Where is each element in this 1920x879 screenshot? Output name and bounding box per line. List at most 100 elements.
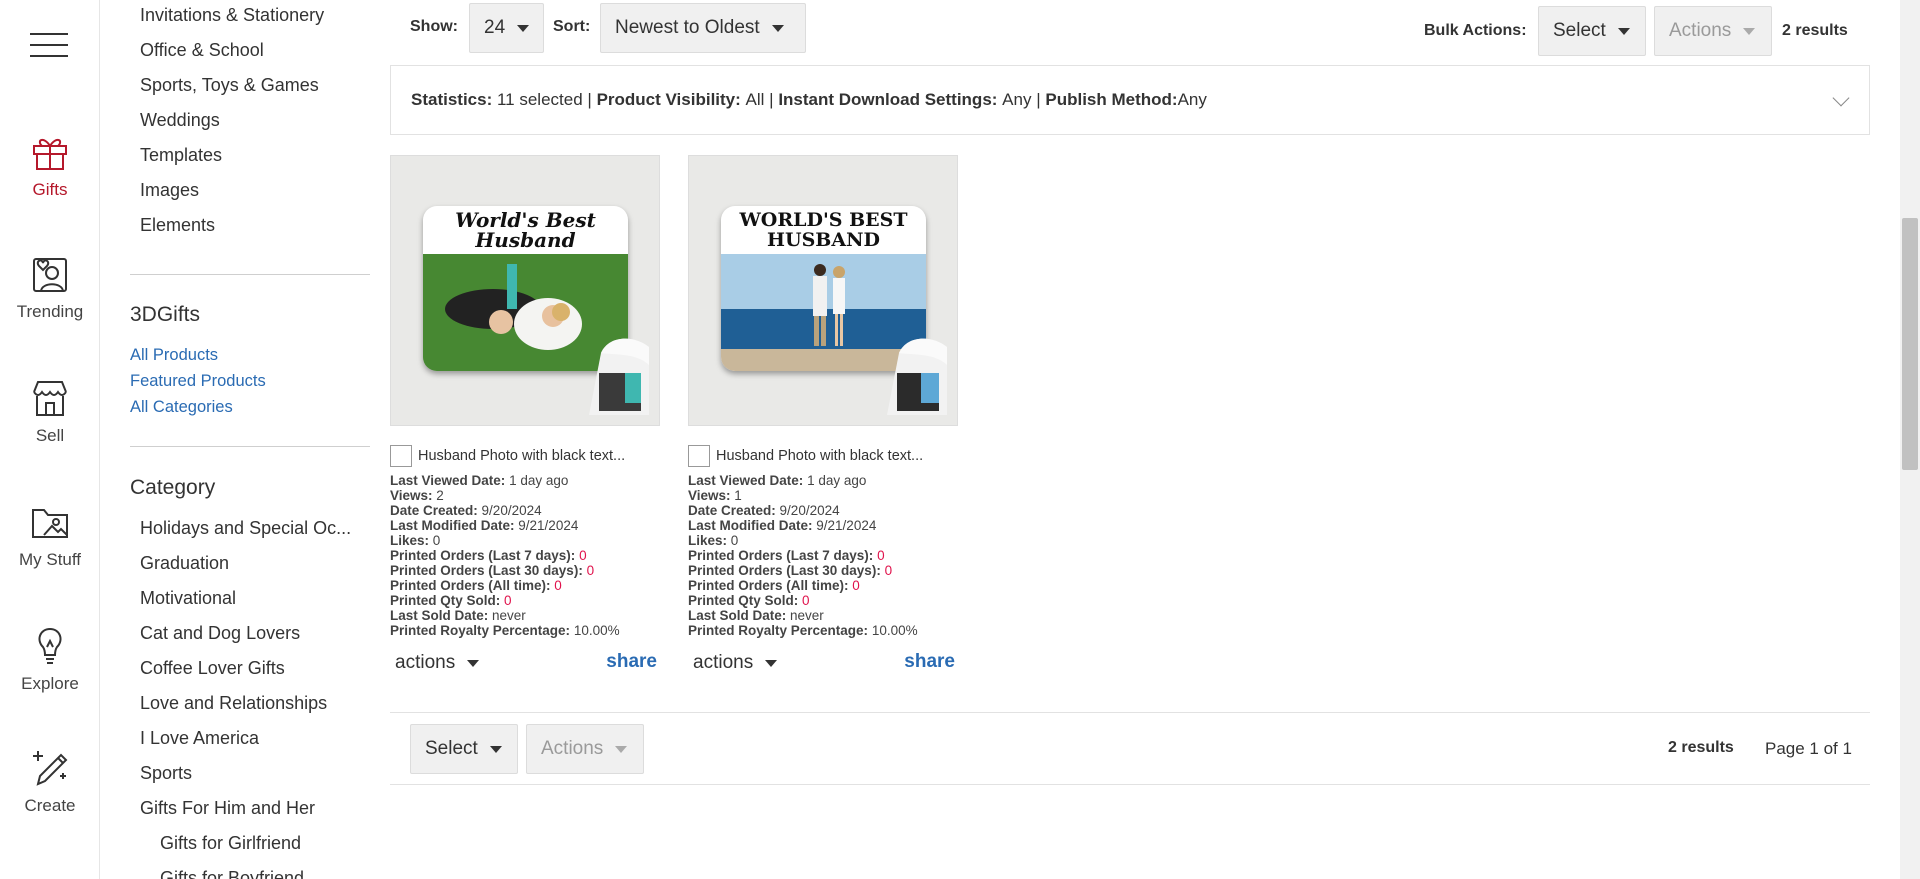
category-link[interactable]: I Love America [140,728,259,749]
sidebar-link[interactable]: Office & School [140,40,264,61]
meta-value: 0 [852,578,860,593]
divider [130,446,370,447]
sidebar-link[interactable]: Templates [140,145,222,166]
separator: | [1036,90,1041,109]
featured-products-link[interactable]: Featured Products [130,372,266,391]
main-content: Show: 24 Sort: Newest to Oldest Bulk Act… [390,0,1870,879]
meta-key: Likes: [688,533,728,548]
bulk-select-dropdown[interactable]: Select [1538,6,1646,56]
select-label: Select [1553,20,1606,41]
divider [390,784,1870,785]
meta-key: Last Modified Date: [390,518,515,533]
meta-value: 10.00% [871,623,918,638]
rail-item-sell[interactable]: Sell [0,378,100,446]
category-link[interactable]: Sports [140,763,192,784]
publish-label: Publish Method: [1045,90,1178,109]
menu-icon[interactable] [30,33,68,57]
card-actions-dropdown[interactable]: actions [395,652,480,674]
product-metadata: Last Viewed Date: 1 day ago Views: 1 Dat… [688,473,960,638]
rail-label: Sell [35,426,65,445]
meta-value: 9/21/2024 [518,518,579,533]
rail-label: Create [24,796,76,815]
mat-text: World's Best Husband [455,208,596,252]
rail-item-trending[interactable]: Trending [0,254,100,322]
product-card: WORLD'S BEST HUSBAND Husband Photo with … [688,155,960,678]
trending-icon [33,258,67,292]
visibility-value: All [745,90,765,109]
actions-text: actions [395,652,456,673]
share-link[interactable]: share [606,651,657,673]
bulk-actions-dropdown[interactable]: Actions [1654,6,1772,56]
store-title: 3DGifts [130,303,201,326]
sidebar-link[interactable]: Sports, Toys & Games [140,75,319,96]
product-checkbox[interactable] [390,445,412,467]
category-link[interactable]: Gifts For Him and Her [140,798,315,819]
meta-value: 1 [734,488,742,503]
category-link[interactable]: Holidays and Special Oc... [140,518,351,539]
product-thumbnail[interactable]: WORLD'S BEST HUSBAND [688,155,958,426]
meta-key: Last Modified Date: [688,518,813,533]
card-actions-dropdown[interactable]: actions [693,652,778,674]
category-link[interactable]: Cat and Dog Lovers [140,623,300,644]
product-title[interactable]: Husband Photo with black text... [716,448,923,464]
subcategory-link[interactable]: Gifts for Boyfriend [160,868,304,879]
divider [390,712,1870,713]
meta-value: 0 [730,533,739,548]
scrollbar-thumb[interactable] [1902,218,1918,470]
rail-item-explore[interactable]: Explore [0,626,100,694]
meta-value: 0 [877,548,885,563]
meta-key: Printed Orders (Last 30 days): [390,563,583,578]
meta-key: Printed Orders (Last 7 days): [688,548,874,563]
meta-key: Printed Qty Sold: [390,593,501,608]
meta-value: 0 [884,563,893,578]
rail-item-gifts[interactable]: Gifts [0,132,100,200]
meta-value: 0 [802,593,810,608]
sort-value: Newest to Oldest [615,17,760,38]
mat-text: WORLD'S BEST HUSBAND [739,209,908,251]
all-products-link[interactable]: All Products [130,346,218,365]
page-curl-icon [589,338,649,415]
category-link[interactable]: Motivational [140,588,236,609]
sidebar-link[interactable]: Images [140,180,199,201]
subcategory-link[interactable]: Gifts for Girlfriend [160,833,301,854]
caret-down-icon [771,24,784,32]
caret-down-icon [765,659,778,667]
chevron-down-icon[interactable] [1832,89,1850,107]
sidebar-link[interactable]: Elements [140,215,215,236]
meta-value: never [790,608,824,623]
share-link[interactable]: share [904,651,955,673]
visibility-label: Product Visibility: [596,90,741,109]
sort-dropdown[interactable]: Newest to Oldest [600,3,806,53]
meta-value: never [492,608,526,623]
meta-value: 0 [504,593,512,608]
download-label: Instant Download Settings: [778,90,998,109]
rail-item-my-stuff[interactable]: My Stuff [0,502,100,570]
sidebar-link[interactable]: Weddings [140,110,220,131]
product-title[interactable]: Husband Photo with black text... [418,448,625,464]
scrollbar[interactable] [1900,0,1920,879]
meta-value: 10.00% [573,623,620,638]
product-thumbnail[interactable]: World's Best Husband [390,155,660,426]
store-icon [33,381,67,416]
meta-value: 0 [432,533,441,548]
separator: | [587,90,592,109]
category-link[interactable]: Coffee Lover Gifts [140,658,285,679]
folder-icon [32,509,68,538]
rail-label: Gifts [32,180,68,199]
show-dropdown[interactable]: 24 [469,3,544,53]
category-link[interactable]: Love and Relationships [140,693,327,714]
footer-actions-dropdown[interactable]: Actions [526,724,644,774]
caret-down-icon [517,24,530,32]
sidebar-link[interactable]: Invitations & Stationery [140,5,324,26]
meta-key: Printed Orders (Last 30 days): [688,563,881,578]
meta-key: Views: [390,488,433,503]
download-value: Any [1002,90,1032,109]
rail-item-create[interactable]: Create [0,748,100,816]
statistics-filter-bar[interactable]: Statistics: 11 selected | Product Visibi… [390,65,1870,135]
footer-select-dropdown[interactable]: Select [410,724,518,774]
category-title: Category [130,476,216,499]
category-link[interactable]: Graduation [140,553,229,574]
product-checkbox[interactable] [688,445,710,467]
meta-key: Likes: [390,533,430,548]
all-categories-link[interactable]: All Categories [130,398,233,417]
